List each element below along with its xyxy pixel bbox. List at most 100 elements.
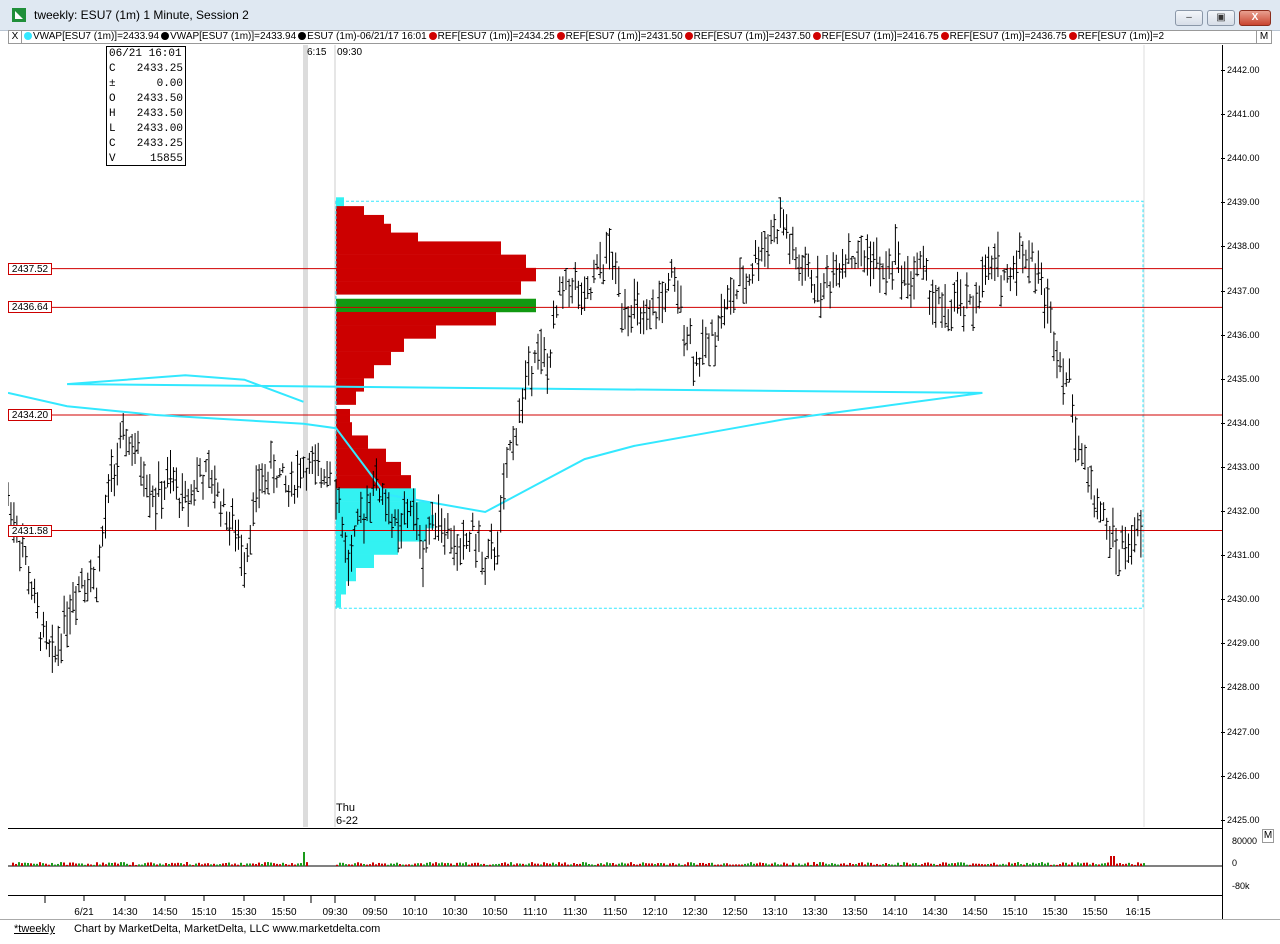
volume-bar (21, 863, 23, 866)
price-bar (769, 219, 774, 245)
volume-bar (285, 864, 287, 866)
price-bar (738, 257, 742, 287)
volume-bar (60, 862, 62, 866)
price-bar (251, 492, 256, 527)
volume-bar (525, 864, 527, 866)
volume-bar (288, 864, 290, 866)
price-bar (236, 519, 241, 550)
volume-bar (600, 863, 602, 866)
volume-bar (1014, 862, 1016, 866)
price-bar (198, 458, 203, 478)
volume-bar (879, 864, 881, 866)
ref-level-label[interactable]: 2436.64 (8, 301, 52, 314)
volume-bar (543, 862, 545, 866)
price-bar (452, 525, 457, 566)
legend-dot-icon (684, 32, 693, 40)
price-bar (759, 232, 764, 262)
price-bar (815, 255, 820, 303)
price-bar (871, 241, 876, 280)
volume-bar (666, 864, 668, 866)
ref-level-label[interactable]: 2431.58 (8, 524, 52, 537)
legend-item-label[interactable]: REF[ESU7 (1m)]=2 (1078, 31, 1164, 42)
time-tick-label: 12:10 (642, 907, 668, 918)
volume-bar (1059, 864, 1061, 866)
price-bar (461, 519, 466, 560)
volume-bar (579, 863, 581, 866)
restore-button[interactable]: ▣ (1207, 10, 1235, 26)
volume-bar (1047, 862, 1049, 866)
price-bar (623, 288, 628, 330)
legend-item-label[interactable]: REF[ESU7 (1m)]=2434.25 (438, 31, 555, 42)
price-bar (1132, 517, 1137, 553)
volume-bar (996, 864, 998, 866)
legend-item-label[interactable]: REF[ESU7 (1m)]=2436.75 (950, 31, 1067, 42)
volume-bar (363, 863, 365, 866)
volume-bar (876, 863, 878, 866)
volume-bar (51, 862, 53, 866)
volume-bar (153, 863, 155, 866)
legend-item-label[interactable]: REF[ESU7 (1m)]=2416.75 (822, 31, 939, 42)
price-bar (921, 245, 926, 280)
price-bar (504, 446, 509, 478)
legend-item-label[interactable]: ESU7 (1m)-06/21/17 16:01 (307, 31, 427, 42)
legend-item-label[interactable]: REF[ESU7 (1m)]=2431.50 (566, 31, 683, 42)
volume-bar (867, 862, 869, 866)
price-bar (138, 456, 143, 486)
volume-bar (168, 863, 170, 866)
volume-bar (1137, 862, 1139, 866)
price-bar (277, 468, 282, 478)
ohlc-key: O (109, 93, 116, 105)
price-bar (542, 337, 547, 368)
price-bar (1048, 301, 1053, 333)
price-bar (162, 480, 167, 501)
volume-bar (462, 863, 464, 866)
volume-bar (342, 862, 344, 866)
volume-bar (213, 863, 215, 866)
volume-bar (591, 864, 593, 866)
volume-menu-button[interactable]: M (1262, 829, 1274, 843)
volume-bar (981, 864, 983, 866)
volume-bar (111, 863, 113, 866)
volume-bar (180, 863, 182, 866)
ref-level-label[interactable]: 2437.52 (8, 262, 52, 275)
volume-profile-bar (336, 298, 536, 313)
price-bar (893, 224, 898, 265)
price-bar (874, 237, 879, 269)
legend-close-button[interactable]: X (9, 31, 22, 43)
time-tick-label: 09:30 (322, 907, 348, 918)
volume-bar (1083, 862, 1085, 866)
volume-bar (399, 864, 401, 866)
legend-menu-button[interactable]: M (1256, 31, 1271, 43)
price-chart[interactable] (8, 45, 1222, 827)
legend-item-label[interactable]: VWAP[ESU7 (1m)]=2433.94 (33, 31, 159, 42)
volume-bar (777, 864, 779, 866)
price-bar (180, 473, 185, 511)
ohlc-data-box: 06/21 16:01 C 2433.25 ±0.00 O 2433.50 H 2433.5… (106, 46, 186, 166)
workspace-tab[interactable]: *tweekly (14, 923, 55, 935)
volume-bar (492, 864, 494, 866)
volume-bar (909, 864, 911, 866)
price-bar (1039, 262, 1044, 295)
price-bar (8, 482, 10, 506)
price-axis[interactable]: 2442.00 2441.00 2440.00 2439.00 2438.00 2437.… (1221, 45, 1273, 919)
ref-level-label[interactable]: 2434.20 (8, 408, 52, 421)
volume-bar (237, 864, 239, 866)
legend-item-label[interactable]: VWAP[ESU7 (1m)]=2433.94 (170, 31, 296, 42)
price-bar (781, 209, 786, 236)
price-tick-label: 2438.00 (1221, 241, 1260, 252)
price-bar (165, 456, 170, 488)
price-bar (809, 269, 814, 293)
volume-bar (267, 862, 269, 866)
legend-item-label[interactable]: REF[ESU7 (1m)]=2437.50 (694, 31, 811, 42)
price-bar (532, 350, 537, 364)
volume-bar (621, 862, 623, 866)
time-tick-label: 10:50 (482, 907, 508, 918)
volume-bar (384, 863, 386, 866)
volume-bar (624, 863, 626, 866)
volume-bar (369, 864, 371, 866)
price-bar (183, 480, 188, 503)
volume-bar (108, 862, 110, 866)
close-button[interactable]: X (1239, 10, 1271, 26)
volume-bar (378, 862, 380, 866)
minimize-button[interactable]: – (1175, 10, 1203, 26)
